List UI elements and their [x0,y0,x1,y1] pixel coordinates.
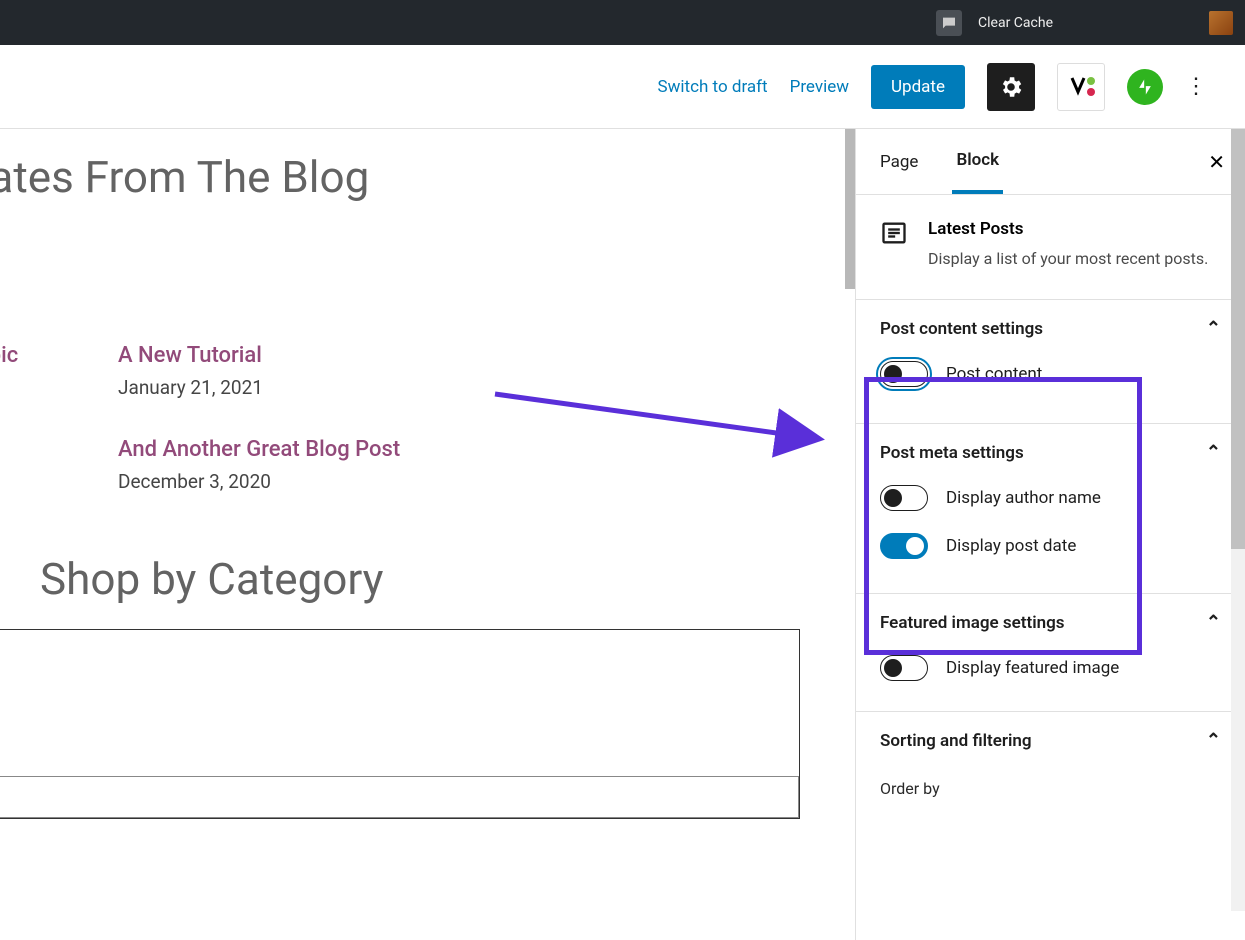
settings-button[interactable] [987,63,1035,111]
tab-page[interactable]: Page [876,132,922,192]
more-options-button[interactable]: ⋮ [1185,74,1207,99]
annotation-arrow-icon [490,389,850,459]
panel-toggle-featured-image[interactable]: Featured image settings ⌃ [880,612,1221,633]
post-date: December 3, 2020 [118,470,271,493]
admin-bar: Clear Cache [0,0,1245,45]
update-button[interactable]: Update [871,65,965,109]
tab-block[interactable]: Block [952,130,1003,194]
block-description: Display a list of your most recent posts… [928,247,1208,271]
switch-to-draft-button[interactable]: Switch to draft [658,77,768,97]
list-item: g Post Article 20, 2021 [0,437,110,493]
order-by-label: Order by [880,779,1221,798]
post-content-toggle[interactable] [880,361,928,387]
yoast-button[interactable] [1057,63,1105,111]
display-date-toggle[interactable] [880,533,928,559]
latest-posts-icon [880,219,908,247]
post-date: January 21, 2021 [118,376,263,399]
list-item: And Another Great Blog Post December 3, … [118,437,488,493]
toggle-label: Display author name [946,488,1101,508]
list-item: A New Tutorial January 21, 2021 [118,343,488,399]
scrollbar-thumb[interactable] [1231,129,1245,549]
list-item: tion About a Topic 21, 2021 [0,343,110,399]
panel-toggle-post-content[interactable]: Post content settings ⌃ [880,318,1221,339]
jetpack-button[interactable] [1127,69,1163,105]
avatar[interactable] [1209,11,1233,35]
post-link[interactable]: tion About a Topic [0,343,110,368]
toggle-label: Post content [946,364,1042,384]
scrollbar-track[interactable] [1231,129,1245,911]
toggle-label: Display featured image [946,658,1119,678]
settings-sidebar: Page Block ✕ Latest Posts Display a list… [855,129,1245,940]
chevron-up-icon: ⌃ [1206,442,1221,463]
chevron-up-icon: ⌃ [1206,730,1221,751]
editor-canvas[interactable]: est Updates From The Blog tion About a T… [0,129,855,940]
block-name: Latest Posts [928,219,1208,239]
chevron-up-icon: ⌃ [1206,318,1221,339]
editor-toolbar: Switch to draft Preview Update ⋮ [0,45,1245,129]
comments-icon[interactable] [936,10,962,36]
post-link[interactable]: g Post Article [0,437,110,462]
sidebar-tabs: Page Block ✕ [856,129,1245,195]
panel-post-content: Post content settings ⌃ Post content [856,300,1245,424]
post-link[interactable]: A New Tutorial [118,343,488,368]
display-author-toggle[interactable] [880,485,928,511]
toggle-label: Display post date [946,536,1076,556]
block-card: Latest Posts Display a list of your most… [856,195,1245,300]
post-link[interactable]: And Another Great Blog Post [118,437,488,462]
blog-heading[interactable]: est Updates From The Blog [0,151,840,203]
shortcode-input[interactable]: rby="menu_order"] [0,776,799,818]
panel-post-meta: Post meta settings ⌃ Display author name… [856,424,1245,594]
panel-toggle-sorting[interactable]: Sorting and filtering ⌃ [880,730,1221,751]
panel-toggle-post-meta[interactable]: Post meta settings ⌃ [880,442,1221,463]
panel-sorting: Sorting and filtering ⌃ Order by [856,712,1245,816]
preview-button[interactable]: Preview [790,77,849,97]
close-icon[interactable]: ✕ [1208,150,1225,174]
chevron-up-icon: ⌃ [1206,612,1221,633]
shortcode-block[interactable]: rby="menu_order"] [0,629,800,819]
canvas-scrollbar[interactable] [845,129,855,289]
clear-cache-link[interactable]: Clear Cache [978,15,1053,31]
panel-featured-image: Featured image settings ⌃ Display featur… [856,594,1245,712]
display-featured-image-toggle[interactable] [880,655,928,681]
shop-heading[interactable]: Shop by Category [40,553,840,605]
